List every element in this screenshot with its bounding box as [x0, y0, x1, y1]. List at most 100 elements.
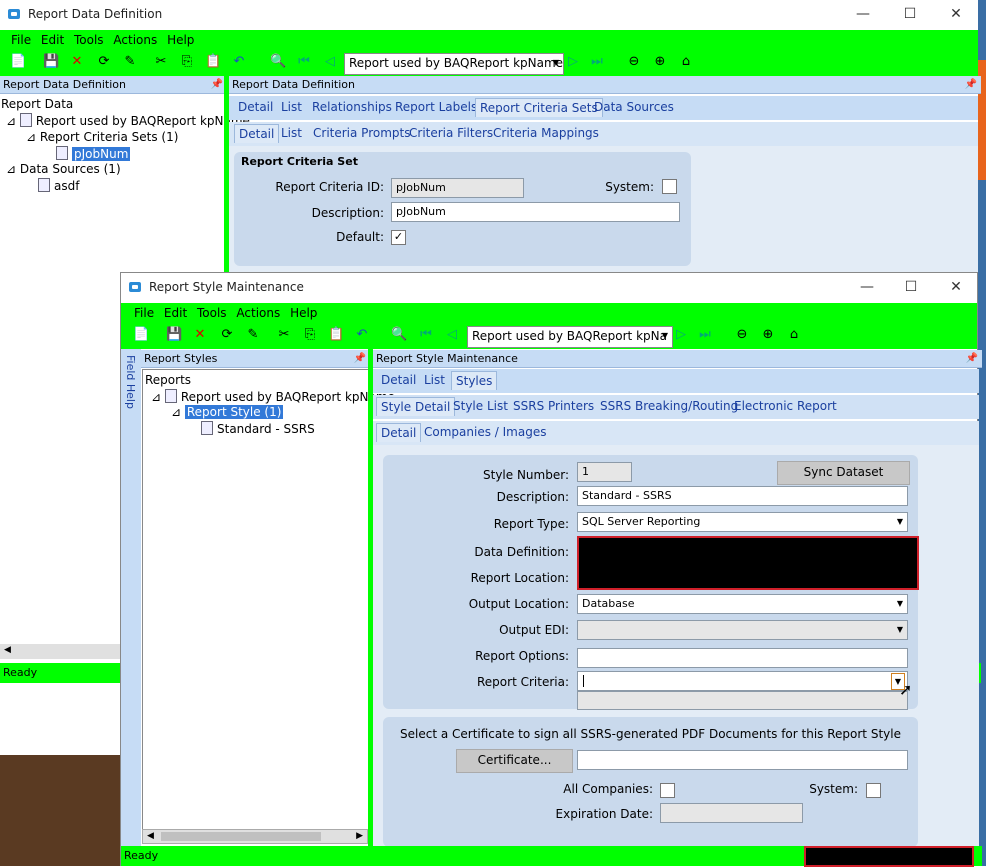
next-record-icon[interactable]: ▷ — [565, 54, 581, 70]
close-button[interactable]: ✕ — [945, 277, 967, 297]
tab-detail[interactable]: Detail — [238, 100, 273, 114]
refresh-icon[interactable]: ⟳ — [96, 54, 112, 70]
back-icon[interactable]: ⊖ — [734, 327, 750, 343]
tab-report-criteria-sets[interactable]: Report Criteria Sets — [475, 98, 603, 117]
maximize-button[interactable]: ☐ — [899, 4, 921, 24]
record-nav-combo[interactable]: Report used by BAQReport kpNa ▼ — [467, 326, 673, 348]
sync-dataset-button[interactable]: Sync Dataset — [777, 461, 910, 485]
save-icon[interactable]: 💾 — [43, 54, 59, 70]
tab-style-detail[interactable]: Style Detail — [376, 397, 456, 416]
menu-actions[interactable]: Actions — [110, 30, 160, 50]
tab-detail[interactable]: Detail — [381, 373, 416, 387]
certificate-field[interactable] — [577, 750, 908, 770]
delete-icon[interactable]: ✕ — [69, 54, 85, 70]
menu-help[interactable]: Help — [287, 303, 320, 323]
clear-icon[interactable]: ✎ — [245, 327, 261, 343]
menu-help[interactable]: Help — [164, 30, 197, 50]
all-companies-checkbox[interactable] — [660, 783, 675, 798]
menu-tools[interactable]: Tools — [194, 303, 230, 323]
tree-root[interactable]: Reports — [145, 373, 191, 387]
system-checkbox[interactable] — [866, 783, 881, 798]
search-icon[interactable]: 🔍 — [391, 327, 407, 343]
back-icon[interactable]: ⊖ — [626, 54, 642, 70]
new-icon[interactable]: 📄 — [133, 327, 149, 343]
delete-icon[interactable]: ✕ — [192, 327, 208, 343]
tab-list[interactable]: List — [281, 100, 302, 114]
tab-report-labels[interactable]: Report Labels — [395, 100, 477, 114]
undo-icon[interactable]: ↶ — [354, 327, 370, 343]
cut-icon[interactable]: ✂ — [153, 54, 169, 70]
last-record-icon[interactable]: ⏭ — [697, 327, 713, 343]
copy-icon[interactable]: ⎘ — [179, 54, 195, 70]
tab-relationships[interactable]: Relationships — [312, 100, 392, 114]
paste-icon[interactable]: 📋 — [328, 327, 344, 343]
record-nav-combo[interactable]: Report used by BAQReport kpName ▼ — [344, 53, 564, 75]
forward-icon[interactable]: ⊕ — [760, 327, 776, 343]
tab-ssrs-breaking-routing[interactable]: SSRS Breaking/Routing — [600, 399, 738, 413]
tab-electronic-report[interactable]: Electronic Report — [734, 399, 837, 413]
default-checkbox[interactable]: ✓ — [391, 230, 406, 245]
report-criteria-select[interactable]: ▼ — [577, 671, 908, 691]
tree-report-node[interactable]: ⊿ Report used by BAQReport kpName — [151, 389, 395, 404]
tree-style-node[interactable]: ⊿ Report Style (1) — [171, 405, 284, 419]
report-criteria-dropdown-list[interactable] — [577, 691, 908, 710]
tree-data-sources-node[interactable]: ⊿ Data Sources (1) — [6, 162, 121, 176]
close-button[interactable]: ✕ — [945, 4, 967, 24]
tab-companies-images[interactable]: Companies / Images — [424, 425, 546, 439]
pin-icon[interactable]: 📌 — [966, 350, 978, 367]
tab-detail-sub[interactable]: Detail — [234, 124, 280, 143]
menu-edit[interactable]: Edit — [38, 30, 67, 50]
certificate-button[interactable]: Certificate... — [456, 749, 573, 773]
first-record-icon[interactable]: ⏮ — [296, 54, 312, 70]
new-icon[interactable]: 📄 — [10, 54, 26, 70]
tab-detail-sub[interactable]: Detail — [376, 423, 422, 442]
first-record-icon[interactable]: ⏮ — [418, 327, 434, 343]
menu-edit[interactable]: Edit — [161, 303, 190, 323]
tab-ssrs-printers[interactable]: SSRS Printers — [513, 399, 594, 413]
report-type-select[interactable]: SQL Server Reporting ▼ — [577, 512, 908, 532]
previous-record-icon[interactable]: ◁ — [322, 54, 338, 70]
tab-list[interactable]: List — [424, 373, 445, 387]
previous-record-icon[interactable]: ◁ — [444, 327, 460, 343]
minimize-button[interactable]: — — [852, 4, 874, 24]
tree-style-item[interactable]: Standard - SSRS — [201, 421, 315, 436]
menu-file[interactable]: File — [131, 303, 157, 323]
last-record-icon[interactable]: ⏭ — [589, 54, 605, 70]
undo-icon[interactable]: ↶ — [231, 54, 247, 70]
tree-criteria-sets-node[interactable]: ⊿ Report Criteria Sets (1) — [26, 130, 178, 144]
tab-style-list[interactable]: Style List — [453, 399, 508, 413]
home-icon[interactable]: ⌂ — [678, 54, 694, 70]
paste-icon[interactable]: 📋 — [205, 54, 221, 70]
tree-criteria-item[interactable]: pJobNum — [56, 146, 131, 161]
search-icon[interactable]: 🔍 — [270, 54, 286, 70]
tab-list-sub[interactable]: List — [281, 126, 302, 140]
tab-criteria-prompts[interactable]: Criteria Prompts — [313, 126, 410, 140]
cut-icon[interactable]: ✂ — [276, 327, 292, 343]
copy-icon[interactable]: ⎘ — [302, 327, 318, 343]
system-checkbox[interactable] — [662, 179, 677, 194]
save-icon[interactable]: 💾 — [166, 327, 182, 343]
tab-criteria-filters[interactable]: Criteria Filters — [409, 126, 493, 140]
pin-icon[interactable]: 📌 — [354, 350, 366, 367]
output-location-select[interactable]: Database ▼ — [577, 594, 908, 614]
tab-criteria-mappings[interactable]: Criteria Mappings — [493, 126, 599, 140]
refresh-icon[interactable]: ⟳ — [219, 327, 235, 343]
next-record-icon[interactable]: ▷ — [673, 327, 689, 343]
pin-icon[interactable]: 📌 — [211, 76, 223, 93]
tree-scrollbar[interactable]: ◀ ▶ — [142, 829, 368, 844]
menu-file[interactable]: File — [8, 30, 34, 50]
field-help-strip[interactable]: Field Help — [121, 349, 141, 847]
forward-icon[interactable]: ⊕ — [652, 54, 668, 70]
tab-data-sources[interactable]: Data Sources — [594, 100, 674, 114]
tree-root[interactable]: Report Data — [1, 97, 73, 111]
tree-report-node[interactable]: ⊿ Report used by BAQReport kpName — [6, 113, 250, 128]
tree-data-item[interactable]: asdf — [38, 178, 79, 193]
menu-actions[interactable]: Actions — [233, 303, 283, 323]
menu-tools[interactable]: Tools — [71, 30, 107, 50]
minimize-button[interactable]: — — [856, 277, 878, 297]
home-icon[interactable]: ⌂ — [786, 327, 802, 343]
tab-styles[interactable]: Styles — [451, 371, 498, 390]
pin-icon[interactable]: 📌 — [965, 76, 977, 93]
maximize-button[interactable]: ☐ — [900, 277, 922, 297]
report-options-field[interactable] — [577, 648, 908, 668]
